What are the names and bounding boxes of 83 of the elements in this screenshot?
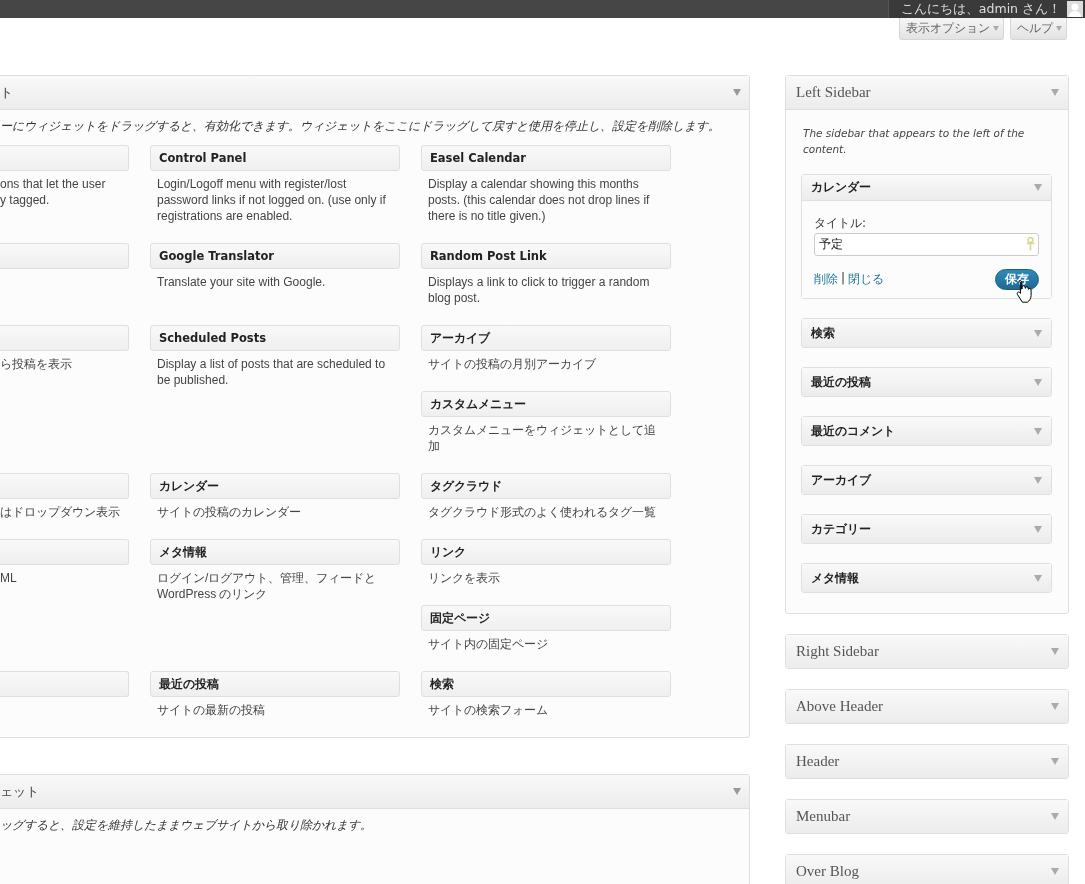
widget-handle[interactable] bbox=[0, 145, 129, 171]
widget-handle[interactable]: Scheduled Posts bbox=[150, 325, 400, 351]
widget-handle[interactable]: Easel Calendar bbox=[421, 145, 671, 171]
close-link[interactable]: 閉じる bbox=[848, 271, 885, 288]
caret-icon[interactable] bbox=[733, 89, 741, 96]
widget-handle[interactable]: 最近の投稿 bbox=[150, 671, 400, 697]
ankh-icon bbox=[1026, 237, 1035, 251]
sidebar-title[interactable]: Right Sidebar bbox=[796, 643, 879, 660]
panel-title: ェット bbox=[0, 782, 39, 801]
avatar-icon bbox=[1067, 1, 1083, 17]
panel-title: ト bbox=[0, 83, 13, 102]
account-menu[interactable]: こんにちは、admin さん！ bbox=[887, 0, 1085, 18]
widget-description: ons that let the user y tagged. bbox=[0, 176, 107, 208]
delete-link[interactable]: 削除 bbox=[814, 271, 838, 288]
widget-title[interactable]: カレンダー bbox=[811, 180, 871, 195]
sidebar-title[interactable]: Above Header bbox=[796, 698, 884, 715]
field-label: タイトル: bbox=[814, 215, 868, 232]
caret-icon[interactable] bbox=[733, 788, 741, 795]
caret-icon[interactable] bbox=[1034, 427, 1042, 435]
caret-icon[interactable] bbox=[1051, 703, 1059, 710]
widget-description: カスタムメニューをウィジェットとして追加 bbox=[427, 422, 657, 454]
widget-description: ML bbox=[0, 570, 18, 586]
caret-icon[interactable] bbox=[1034, 184, 1042, 191]
widget-description: ら投稿を表示 bbox=[0, 356, 73, 372]
widget-description: タグクラウド形式のよく使われるタグ一覧 bbox=[427, 504, 657, 520]
caret-icon[interactable] bbox=[1051, 758, 1059, 765]
widget-description: サイトの投稿のカレンダー bbox=[156, 504, 302, 520]
widget-description: サイトの最新の投稿 bbox=[156, 702, 266, 718]
widget-title[interactable]: 最近の投稿 bbox=[811, 374, 871, 390]
widget-handle[interactable]: アーカイブ bbox=[421, 325, 671, 351]
widget-title[interactable]: 最近のコメント bbox=[811, 423, 895, 439]
caret-icon[interactable] bbox=[1034, 476, 1042, 484]
widget-handle[interactable] bbox=[0, 539, 129, 565]
sidebar-title[interactable]: Left Sidebar bbox=[796, 84, 871, 101]
widget-description: リンクを表示 bbox=[427, 570, 501, 586]
widget-handle[interactable]: 固定ページ bbox=[421, 605, 671, 631]
widget-description: サイトの投稿の月別アーカイブ bbox=[427, 356, 597, 372]
widget-handle[interactable]: タグクラウド bbox=[421, 473, 671, 499]
caret-icon[interactable] bbox=[1051, 813, 1059, 820]
screen-tab-button[interactable]: 表示オプション bbox=[899, 18, 1004, 40]
widget-handle[interactable]: 検索 bbox=[421, 671, 671, 697]
panel-description: ーにウィジェットをドラッグすると、有効化できます。ウィジェットをここにドラッグして戻すと使用を停止し、設定を削除します。 bbox=[0, 118, 721, 135]
widget-handle[interactable]: カスタムメニュー bbox=[421, 391, 671, 417]
widget-description: Display a calendar showing this months posts. (this calendar does not drop lines if there is no title given.) bbox=[427, 176, 651, 224]
save-button[interactable]: 保存 bbox=[995, 269, 1039, 290]
title-input-field[interactable]: 予定 bbox=[814, 233, 1039, 256]
widget-handle[interactable]: リンク bbox=[421, 539, 671, 565]
greeting-text: こんにちは、admin さん！ bbox=[900, 0, 1061, 18]
widget-title[interactable]: 検索 bbox=[811, 325, 835, 341]
widget-handle[interactable]: Control Panel bbox=[150, 145, 400, 171]
widget-handle[interactable]: Google Translator bbox=[150, 243, 400, 269]
widget-handle[interactable] bbox=[0, 325, 129, 351]
widget-description: はドロップダウン表示 bbox=[0, 504, 121, 520]
link-separator: | bbox=[841, 271, 846, 287]
caret-icon[interactable] bbox=[1051, 868, 1059, 875]
widget-description: Translate your site with Google. bbox=[156, 274, 327, 290]
widget-handle[interactable] bbox=[0, 473, 129, 499]
widget-title[interactable]: カテゴリー bbox=[811, 521, 871, 537]
widget-handle[interactable]: Random Post Link bbox=[421, 243, 671, 269]
caret-icon[interactable] bbox=[1034, 525, 1042, 533]
screen-tab-button[interactable]: ヘルプ bbox=[1010, 18, 1067, 40]
caret-icon[interactable] bbox=[1051, 648, 1059, 655]
widget-title[interactable]: メタ情報 bbox=[811, 570, 859, 586]
panel-description: ッグすると、設定を維持したままウェブサイトから取り除かれます。 bbox=[0, 817, 373, 834]
widget-handle[interactable] bbox=[0, 671, 129, 697]
sidebar-description: The sidebar that appears to the left of the content. bbox=[803, 126, 1026, 157]
sidebar-title[interactable]: Header bbox=[796, 753, 840, 770]
caret-icon[interactable] bbox=[1051, 89, 1059, 96]
widget-handle[interactable]: メタ情報 bbox=[150, 539, 400, 565]
widget-handle[interactable] bbox=[0, 243, 129, 269]
caret-icon[interactable] bbox=[1034, 329, 1042, 337]
widget-description: サイト内の固定ページ bbox=[427, 636, 549, 652]
widget-title[interactable]: アーカイブ bbox=[811, 472, 871, 488]
sidebar-title[interactable]: Over Blog bbox=[796, 863, 859, 880]
sidebar-title[interactable]: Menubar bbox=[796, 808, 851, 825]
widget-description: ログイン/ログアウト、管理、フィードと WordPress のリンク bbox=[156, 570, 378, 602]
caret-icon[interactable] bbox=[1034, 378, 1042, 386]
widget-description: Display a list of posts that are scheduled to be published. bbox=[156, 356, 387, 388]
caret-icon[interactable] bbox=[1034, 574, 1042, 582]
widget-description: サイトの検索フォーム bbox=[427, 702, 549, 718]
widget-handle[interactable]: カレンダー bbox=[150, 473, 400, 499]
widget-description: Displays a link to click to trigger a random blog post. bbox=[427, 274, 651, 306]
widget-description: Login/Logoff menu with register/lost password links if not logged on. (use only if registrations are enabled. bbox=[156, 176, 387, 224]
